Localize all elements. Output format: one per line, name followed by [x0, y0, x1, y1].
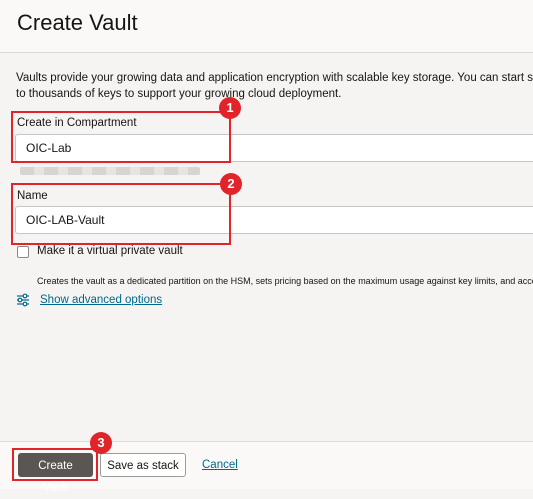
callout-badge-1: 1 — [219, 97, 241, 119]
save-as-stack-button[interactable]: Save as stack — [100, 453, 186, 477]
callout-box-compartment — [11, 111, 231, 163]
callout-badge-3: 3 — [90, 432, 112, 454]
description-text: Vaults provide your growing data and app… — [16, 72, 533, 100]
callout-box-name — [11, 183, 231, 245]
compartment-path-redacted — [20, 167, 200, 175]
virtual-private-vault-helper: Creates the vault as a dedicated partiti… — [37, 276, 533, 286]
show-advanced-options-link[interactable]: Show advanced options — [40, 294, 162, 306]
page-title: Create Vault — [17, 10, 138, 35]
sliders-icon[interactable] — [16, 293, 30, 307]
cancel-link[interactable]: Cancel — [196, 453, 238, 477]
callout-badge-2: 2 — [220, 173, 242, 195]
dialog-header: Create Vault — [0, 0, 533, 53]
virtual-private-vault-label: Make it a virtual private vault — [37, 245, 183, 257]
callout-box-create — [12, 448, 98, 481]
virtual-private-vault-checkbox[interactable] — [17, 246, 29, 258]
